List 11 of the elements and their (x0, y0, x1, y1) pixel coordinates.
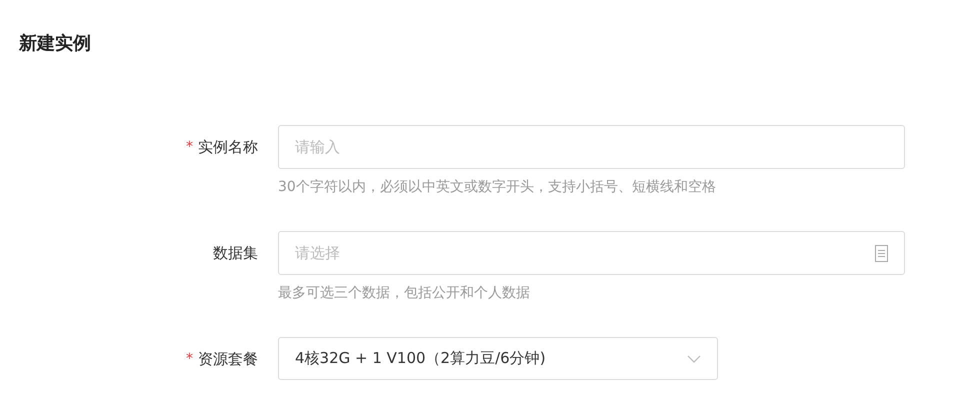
chevron-down-icon (687, 354, 701, 362)
field-label: 数据集 (213, 244, 258, 262)
required-mark: * (186, 351, 193, 367)
page-title: 新建实例 (19, 32, 91, 56)
package-select[interactable]: 4核32G + 1 V100（2算力豆/6分钟) (278, 337, 718, 380)
field-label: 实例名称 (198, 138, 258, 156)
list-icon[interactable] (875, 244, 888, 262)
hint-text: 最多可选三个数据，包括公开和个人数据 (278, 284, 531, 303)
required-mark: * (186, 139, 193, 155)
field-label: 资源套餐 (198, 350, 258, 368)
hint-text: 30个字符以内，必须以中英文或数字开头，支持小括号、短横线和空格 (278, 178, 717, 197)
